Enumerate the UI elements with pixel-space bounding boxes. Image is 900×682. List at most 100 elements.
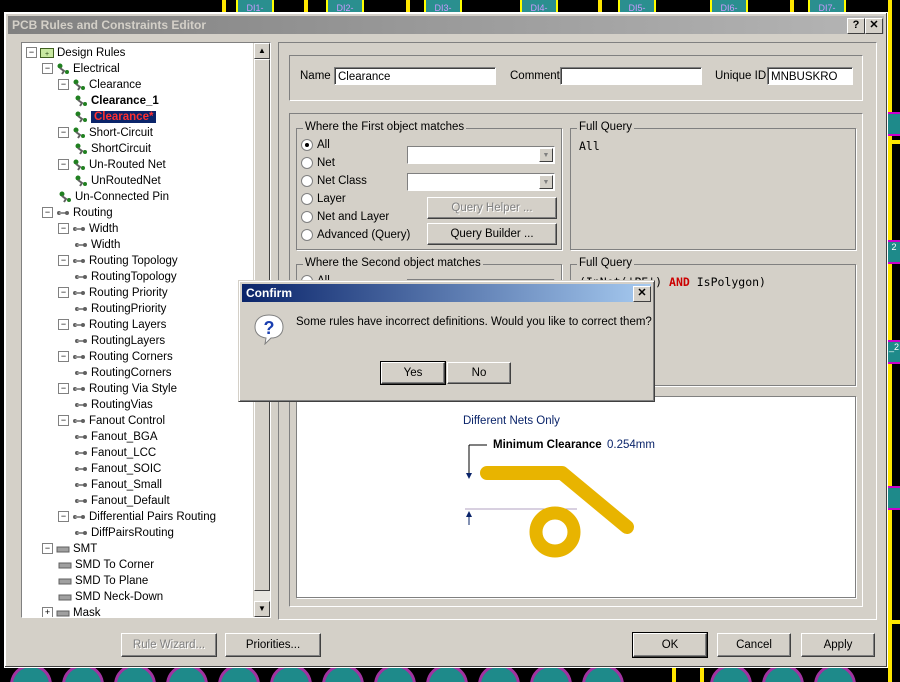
tree-item[interactable]: SMD Neck-Down [58, 589, 163, 605]
tree-item[interactable]: − Clearance [58, 77, 141, 93]
tree-item[interactable]: SMD To Corner [58, 557, 154, 573]
radio-circle[interactable] [301, 157, 313, 169]
expand-icon[interactable]: + [42, 607, 53, 617]
tree-item[interactable]: − SMT [42, 541, 97, 557]
svg-text:?: ? [264, 318, 275, 338]
close-button[interactable]: ✕ [865, 18, 883, 34]
tree-item[interactable]: Clearance* [74, 109, 157, 125]
tree-item-label: Fanout_SOIC [91, 463, 162, 475]
net-combo[interactable]: ▼ [407, 146, 555, 164]
tree-item[interactable]: − Routing Priority [58, 285, 168, 301]
tree-item-label: Fanout Control [89, 415, 166, 427]
collapse-icon[interactable]: − [58, 127, 69, 139]
query-builder-button[interactable]: Query Builder ... [427, 223, 557, 245]
collapse-icon[interactable]: − [58, 79, 69, 91]
tree-item[interactable]: − Short-Circuit [58, 125, 153, 141]
radio-circle[interactable] [301, 229, 313, 241]
collapse-icon[interactable]: − [58, 223, 69, 235]
tree-item[interactable]: Fanout_BGA [74, 429, 157, 445]
tree-item[interactable]: Un-Connected Pin [58, 189, 169, 205]
tree-item[interactable]: + Mask [42, 605, 100, 617]
first-radio-option[interactable]: Layer [301, 193, 346, 205]
rules-tree[interactable]: ▲ ▼ − + Design Rules − Electrical − Clearance C… [21, 42, 271, 618]
collapse-icon[interactable]: − [58, 351, 69, 363]
dialog-titlebar[interactable]: Confirm [242, 284, 651, 302]
tree-item[interactable]: RoutingTopology [74, 269, 177, 285]
tree-item[interactable]: UnRoutedNet [74, 173, 161, 189]
ok-button[interactable]: OK [632, 632, 708, 658]
collapse-icon[interactable]: − [26, 47, 37, 59]
collapse-icon[interactable]: − [42, 543, 53, 555]
scroll-down-button[interactable]: ▼ [254, 601, 270, 617]
tree-item[interactable]: Fanout_LCC [74, 445, 156, 461]
unique-id-field[interactable]: MNBUSKRO [767, 67, 853, 85]
first-radio-option[interactable]: Net [301, 157, 335, 169]
collapse-icon[interactable]: − [58, 511, 69, 523]
radio-circle[interactable] [301, 211, 313, 223]
priorities-button[interactable]: Priorities... [225, 633, 321, 657]
tree-item[interactable]: RoutingPriority [74, 301, 166, 317]
first-radio-option[interactable]: Advanced (Query) [301, 229, 410, 241]
tree-item[interactable]: − Routing [42, 205, 113, 221]
first-radio-option[interactable]: Net Class [301, 175, 367, 187]
window-titlebar[interactable]: PCB Rules and Constraints Editor [8, 16, 884, 34]
tree-item-label: Design Rules [57, 47, 126, 59]
pcb-trace [886, 620, 900, 624]
tree-item[interactable]: Width [74, 237, 120, 253]
collapse-icon[interactable]: − [42, 207, 53, 219]
first-radio-option[interactable]: All [301, 139, 330, 151]
query-helper-button[interactable]: Query Helper ... [427, 197, 557, 219]
tree-item[interactable]: − Routing Via Style [58, 381, 177, 397]
rule-wizard-button[interactable]: Rule Wizard... [121, 633, 217, 657]
tree-item[interactable]: − + Design Rules [26, 45, 125, 61]
tree-item[interactable]: RoutingCorners [74, 365, 172, 381]
confirm-dialog: Confirm ✕ ? Some rules have incorrect de… [238, 280, 655, 402]
radio-circle[interactable] [301, 193, 313, 205]
help-button[interactable]: ? [847, 18, 865, 34]
tree-item[interactable]: − Differential Pairs Routing [58, 509, 216, 525]
tree-item[interactable]: RoutingVias [74, 397, 153, 413]
collapse-icon[interactable]: − [58, 415, 69, 427]
collapse-icon[interactable]: − [58, 287, 69, 299]
cancel-button[interactable]: Cancel [717, 633, 791, 657]
tree-item[interactable]: Fanout_Small [74, 477, 162, 493]
comment-field[interactable] [560, 67, 702, 85]
no-button[interactable]: No [447, 362, 511, 384]
first-radio-option[interactable]: Net and Layer [301, 211, 389, 223]
tree-item[interactable]: − Routing Corners [58, 349, 173, 365]
tree-item[interactable]: − Width [58, 221, 118, 237]
tree-item[interactable]: ShortCircuit [74, 141, 151, 157]
tree-item[interactable]: − Routing Layers [58, 317, 166, 333]
tree-item-label: Clearance* [91, 111, 157, 123]
radio-circle[interactable] [301, 175, 313, 187]
collapse-icon[interactable]: − [58, 159, 69, 171]
collapse-icon[interactable]: − [58, 255, 69, 267]
tree-item[interactable]: RoutingLayers [74, 333, 165, 349]
tree-item[interactable]: DiffPairsRouting [74, 525, 174, 541]
tree-item[interactable]: − Fanout Control [58, 413, 165, 429]
tree-item[interactable]: − Routing Topology [58, 253, 178, 269]
collapse-icon[interactable]: − [42, 63, 53, 75]
tree-item[interactable]: Fanout_Default [74, 493, 170, 509]
full-query-text[interactable]: All [579, 139, 600, 153]
collapse-icon[interactable]: − [58, 319, 69, 331]
scroll-up-button[interactable]: ▲ [254, 43, 270, 59]
net-scope-dropdown[interactable]: Different Nets Only [463, 415, 560, 427]
tree-item[interactable]: − Electrical [42, 61, 120, 77]
tree-item[interactable]: SMD To Plane [58, 573, 148, 589]
apply-button[interactable]: Apply [801, 633, 875, 657]
chevron-down-icon[interactable]: ▼ [539, 175, 553, 189]
tree-item[interactable]: Clearance_1 [74, 93, 159, 109]
tree-item-label: Routing [73, 207, 113, 219]
dialog-close-button[interactable]: ✕ [633, 286, 651, 302]
yes-button[interactable]: Yes [380, 361, 446, 385]
tree-item[interactable]: − Un-Routed Net [58, 157, 166, 173]
radio-circle[interactable] [301, 139, 313, 151]
name-field[interactable]: Clearance [334, 67, 496, 85]
collapse-icon[interactable]: − [58, 383, 69, 395]
net-class-combo[interactable]: ▼ [407, 173, 555, 191]
routing-rule-icon [74, 495, 88, 507]
chevron-down-icon[interactable]: ▼ [539, 148, 553, 162]
tree-item[interactable]: Fanout_SOIC [74, 461, 161, 477]
tree-item-label: RoutingCorners [91, 367, 172, 379]
